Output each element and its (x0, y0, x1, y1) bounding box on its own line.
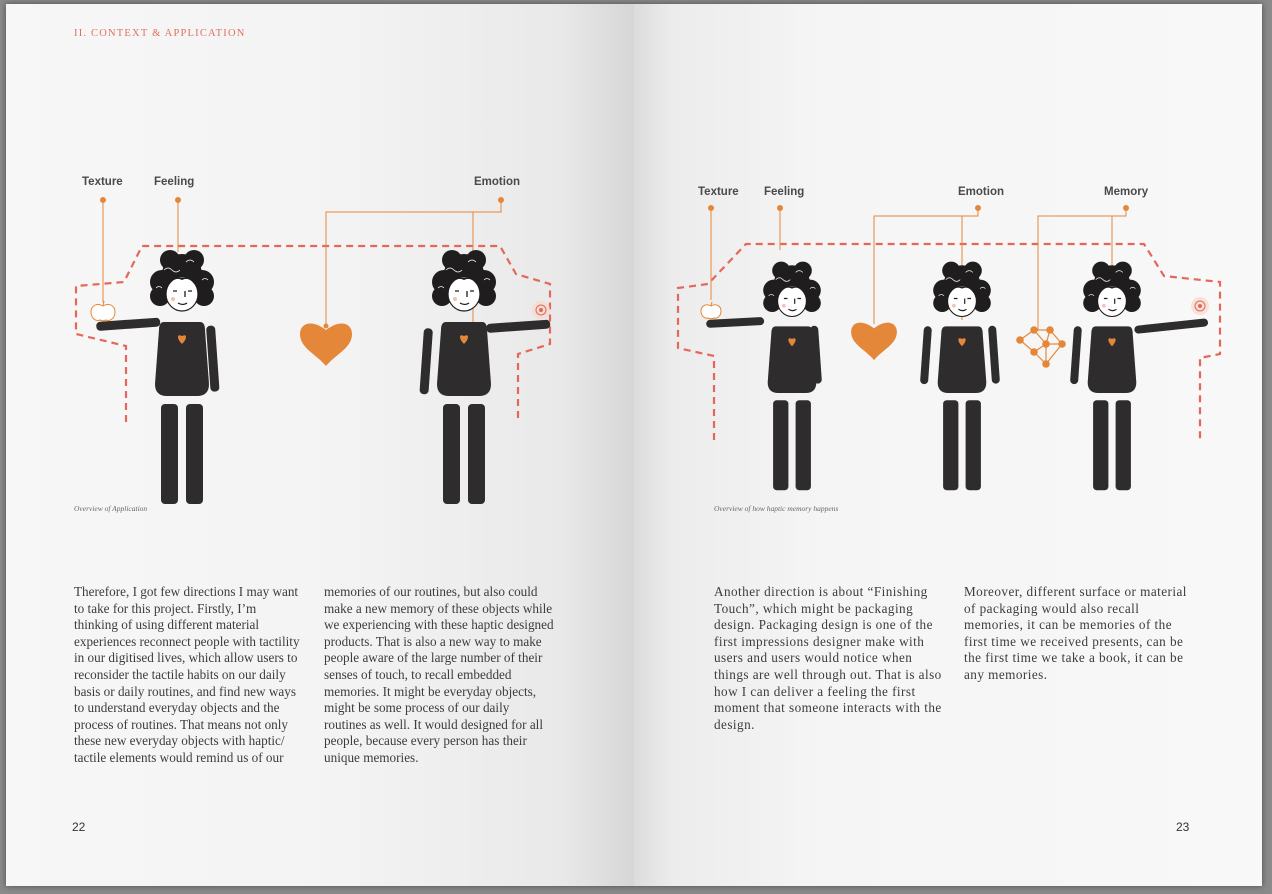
body-column-1: Therefore, I got few directions I may wa… (74, 584, 300, 765)
person-figure (1082, 261, 1142, 491)
right-page: Texture Feeling Emotion Memory Overview … (634, 4, 1262, 886)
apple-icon (700, 301, 722, 320)
body-column-2: memories of our routines, but also could… (324, 584, 554, 765)
body-column-2: Moreover, different surface or material … (964, 584, 1187, 682)
page-number: 23 (1176, 820, 1190, 834)
haptic-memory-illustration (676, 205, 1222, 491)
heart-icon (851, 322, 897, 361)
figure-caption: Overview of how haptic memory happens (714, 504, 839, 513)
apple-icon (90, 300, 116, 322)
body-column-1: Another direction is about “Finishing To… (714, 584, 942, 732)
person-figure (149, 249, 215, 505)
heart-icon (300, 323, 352, 366)
person-figure (762, 261, 822, 491)
person-figure (431, 249, 497, 505)
warmth-glow-icon (1191, 297, 1209, 315)
book-spread: II. CONTEXT & APPLICATION Texture Feelin… (6, 4, 1262, 886)
memory-network-icon (1016, 326, 1066, 368)
left-page: II. CONTEXT & APPLICATION Texture Feelin… (6, 4, 634, 886)
application-illustration (74, 197, 552, 505)
figure-caption: Overview of Application (74, 504, 148, 513)
warmth-glow-icon (532, 301, 550, 319)
page-number: 22 (72, 820, 86, 834)
person-figure (932, 261, 992, 491)
